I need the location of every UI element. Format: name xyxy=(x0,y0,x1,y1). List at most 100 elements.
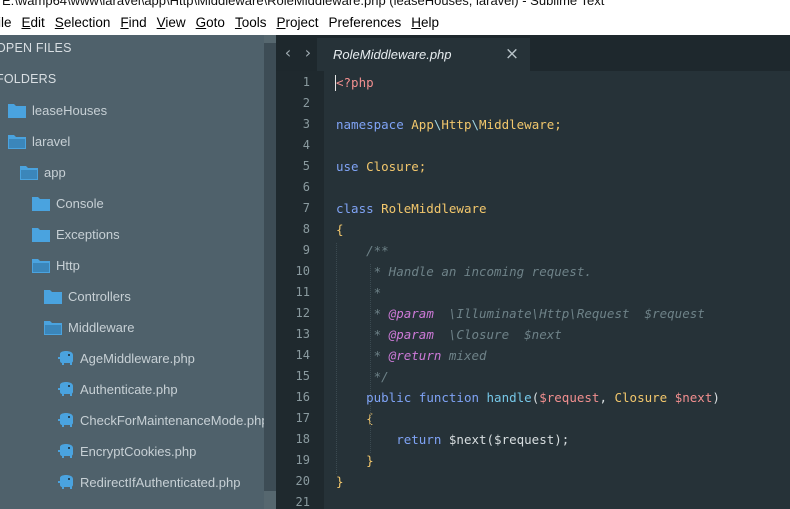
tree-item-encryptcookies-php[interactable]: EncryptCookies.php xyxy=(58,439,196,463)
code-line: * @param \Illuminate\Http\Request $reque… xyxy=(336,306,705,321)
code-line: */ xyxy=(336,369,389,384)
folder-open-icon xyxy=(32,258,50,273)
code-token: * Handle an incoming request. xyxy=(336,264,592,279)
folder-icon xyxy=(32,227,50,242)
line-number: 17 xyxy=(295,411,310,425)
code-token: \ xyxy=(471,117,480,132)
tree-item-checkformaintenancemode-php[interactable]: CheckForMaintenanceMode.php xyxy=(58,408,269,432)
code-token: @param xyxy=(388,306,434,321)
folder-open-icon xyxy=(44,320,62,335)
folder-open-icon xyxy=(8,134,26,149)
menu-tools[interactable]: Tools xyxy=(229,10,273,35)
menu-find[interactable]: Find xyxy=(114,10,152,35)
code-line: public function handle($request, Closure… xyxy=(336,390,720,405)
sidebar-scrollbar-thumb[interactable] xyxy=(264,43,276,491)
tree-item-app[interactable]: app xyxy=(20,160,66,184)
code-token: } xyxy=(336,453,374,468)
tree-item-console[interactable]: Console xyxy=(32,191,104,215)
indent-guide xyxy=(336,243,337,474)
code-line: } xyxy=(336,474,344,489)
php-file-icon xyxy=(58,475,74,489)
menu-preferences[interactable]: Preferences xyxy=(323,10,408,35)
code-token: ); xyxy=(554,432,570,447)
line-number-gutter: 1 2 3 4 5 6 7 8 9 10 11 12 13 14 15 16 17 18 19 20 21 xyxy=(276,71,324,509)
folder-open-icon xyxy=(20,165,38,180)
code-token: function xyxy=(418,390,487,405)
line-number: 5 xyxy=(302,159,310,173)
tree-item-agemiddleware-php[interactable]: AgeMiddleware.php xyxy=(58,346,195,370)
code-token: Closure xyxy=(614,390,675,405)
code-token: namespace xyxy=(336,117,412,132)
tree-item-label: AgeMiddleware.php xyxy=(80,350,195,366)
menu-edit[interactable]: Edit xyxy=(16,10,51,35)
tree-item-exceptions[interactable]: Exceptions xyxy=(32,222,120,246)
code-token: $next( xyxy=(448,432,495,447)
code-line: * Handle an incoming request. xyxy=(336,264,592,279)
tree-item-label: Http xyxy=(56,257,80,273)
code-token: $next xyxy=(674,390,713,405)
code-token: class xyxy=(336,201,382,216)
menu-selection[interactable]: Selection xyxy=(49,10,117,35)
folder-icon xyxy=(8,103,26,118)
code-token: $request xyxy=(539,390,600,405)
line-number: 12 xyxy=(295,306,310,320)
code-token: mixed xyxy=(441,348,487,363)
line-number: 1 xyxy=(302,75,310,89)
php-file-icon xyxy=(58,382,74,396)
menu-help[interactable]: Help xyxy=(405,10,445,35)
tree-item-redirectifauthenticated-php[interactable]: RedirectIfAuthenticated.php xyxy=(58,470,240,494)
tree-item-label: leaseHouses xyxy=(32,102,108,118)
indent-guide xyxy=(370,264,371,453)
code-editor[interactable]: 1 2 3 4 5 6 7 8 9 10 11 12 13 14 15 16 17 18 19 20 21 <?php n… xyxy=(276,71,790,509)
tree-item-label: Middleware xyxy=(68,319,135,335)
code-line: use Closure; xyxy=(336,159,426,174)
line-number: 15 xyxy=(295,369,310,383)
sidebar: OPEN FILES FOLDERS leaseHouses laravel app… xyxy=(0,35,276,509)
tree-item-controllers[interactable]: Controllers xyxy=(44,284,131,308)
code-line: * xyxy=(336,285,382,300)
code-line: * @return mixed xyxy=(336,348,487,363)
code-token: handle xyxy=(486,390,532,405)
line-number: 7 xyxy=(302,201,310,215)
code-token: public xyxy=(336,390,419,405)
folders-header[interactable]: FOLDERS xyxy=(0,72,56,86)
line-number: 8 xyxy=(302,222,310,236)
next-tab-icon[interactable]: › xyxy=(301,44,315,62)
code-token: <?php xyxy=(336,75,374,90)
tree-item-authenticate-php[interactable]: Authenticate.php xyxy=(58,377,178,401)
code-token: */ xyxy=(336,369,389,384)
tree-item-http[interactable]: Http xyxy=(32,253,80,277)
tree-item-label: CheckForMaintenanceMode.php xyxy=(80,412,269,428)
tree-item-laravel[interactable]: laravel xyxy=(8,129,70,153)
line-number: 16 xyxy=(295,390,310,404)
code-line: <?php xyxy=(336,75,374,90)
tree-item-leasehouses[interactable]: leaseHouses xyxy=(8,98,107,122)
tree-item-middleware[interactable]: Middleware xyxy=(44,315,134,339)
code-token: Closure; xyxy=(366,159,427,174)
tree-item-label: laravel xyxy=(32,133,71,149)
tab-strip: ‹ › RoleMiddleware.php × xyxy=(276,35,790,71)
menu-project[interactable]: Project xyxy=(270,10,324,35)
code-token: App xyxy=(411,117,434,132)
window-title-bar: E:\wamp64\www\laravel\app\Http\Middlewar… xyxy=(0,0,790,10)
line-number: 4 xyxy=(302,138,310,152)
line-number: 11 xyxy=(295,285,310,299)
code-token: * xyxy=(336,348,389,363)
previous-tab-icon[interactable]: ‹ xyxy=(281,44,295,62)
tab-rolemiddleware[interactable]: RoleMiddleware.php × xyxy=(317,38,530,71)
folder-icon xyxy=(44,289,62,304)
line-number: 10 xyxy=(295,264,310,278)
code-line: namespace App\Http\Middleware; xyxy=(336,117,562,132)
code-line: } xyxy=(336,453,374,468)
line-number: 2 xyxy=(302,96,310,110)
tree-item-label: Controllers xyxy=(68,288,131,304)
menu-goto[interactable]: Goto xyxy=(190,10,231,35)
close-tab-icon[interactable]: × xyxy=(503,44,521,64)
tree-item-label: Console xyxy=(56,195,104,211)
menu-view[interactable]: View xyxy=(151,10,192,35)
line-number: 20 xyxy=(295,474,310,488)
code-line: class RoleMiddleware xyxy=(336,201,487,216)
code-line: { xyxy=(336,411,374,426)
code-token: /** xyxy=(336,243,389,258)
open-files-header[interactable]: OPEN FILES xyxy=(0,41,72,55)
